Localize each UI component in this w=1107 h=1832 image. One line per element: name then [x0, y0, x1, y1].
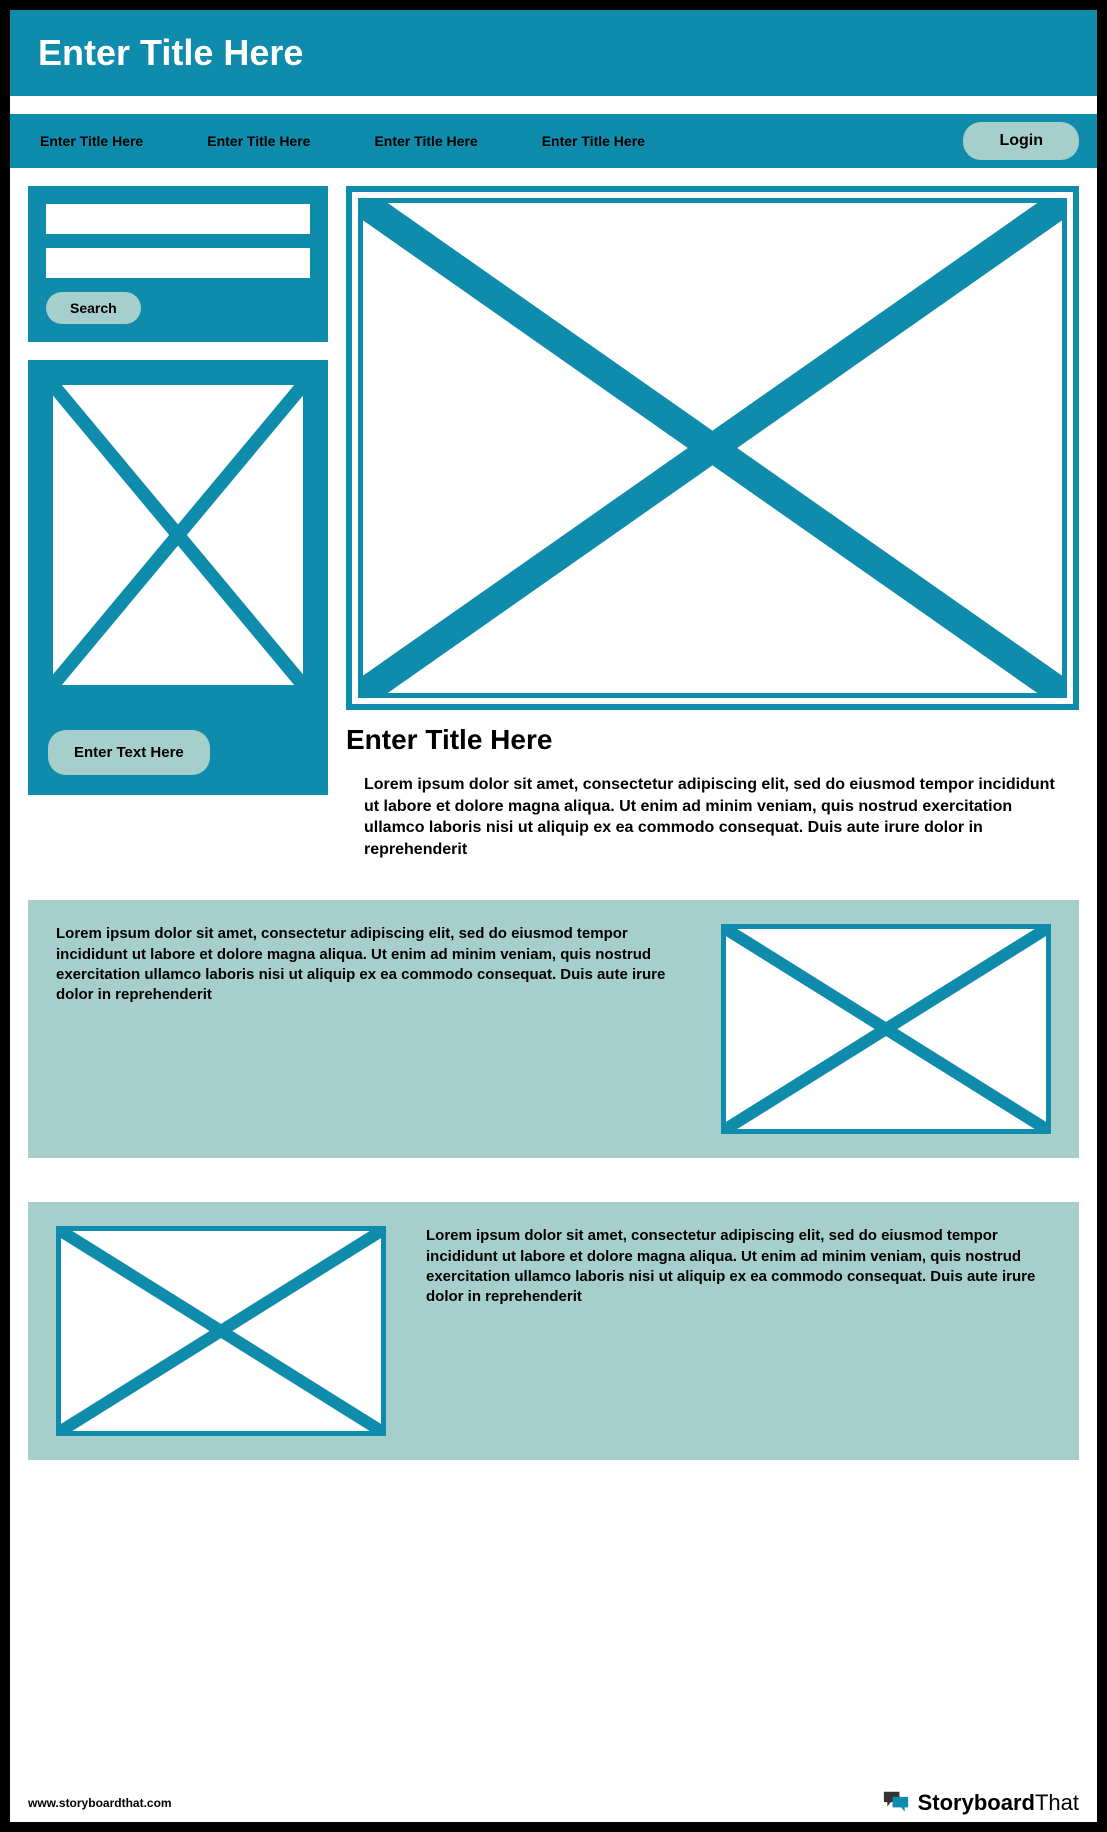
page-header: Enter Title Here: [10, 10, 1097, 96]
spacer: [10, 96, 1097, 114]
content-band-2: Lorem ipsum dolor sit amet, consectetur …: [28, 1202, 1079, 1460]
image-placeholder-icon: [48, 380, 308, 690]
content-band-1: Lorem ipsum dolor sit amet, consectetur …: [28, 900, 1079, 1158]
band-2-text[interactable]: Lorem ipsum dolor sit amet, consectetur …: [426, 1226, 1051, 1307]
hero-image-frame: [346, 186, 1079, 710]
footer-url: www.storyboardthat.com: [28, 1796, 172, 1810]
band-1-text[interactable]: Lorem ipsum dolor sit amet, consectetur …: [56, 924, 681, 1005]
nav-bar: Enter Title Here Enter Title Here Enter …: [10, 114, 1097, 168]
login-button[interactable]: Login: [963, 122, 1079, 160]
hero-body-text[interactable]: Lorem ipsum dolor sit amet, consectetur …: [346, 774, 1079, 860]
image-placeholder-icon: [721, 924, 1051, 1134]
nav-item-3[interactable]: Enter Title Here: [362, 125, 489, 157]
search-input-2[interactable]: [46, 248, 310, 278]
search-input-1[interactable]: [46, 204, 310, 234]
promo-button[interactable]: Enter Text Here: [48, 730, 210, 775]
page-title[interactable]: Enter Title Here: [38, 32, 1069, 74]
image-placeholder-icon: [56, 1226, 386, 1436]
nav-item-2[interactable]: Enter Title Here: [195, 125, 322, 157]
search-button[interactable]: Search: [46, 292, 141, 324]
nav-item-4[interactable]: Enter Title Here: [530, 125, 657, 157]
nav-item-1[interactable]: Enter Title Here: [28, 125, 155, 157]
speech-bubbles-icon: [882, 1790, 910, 1816]
search-panel: Search: [28, 186, 328, 342]
promo-panel: Enter Text Here: [28, 360, 328, 795]
hero-title[interactable]: Enter Title Here: [346, 724, 1079, 756]
footer: www.storyboardthat.com StoryboardThat: [28, 1790, 1079, 1816]
image-placeholder-icon: [358, 198, 1067, 698]
storyboardthat-logo: StoryboardThat: [882, 1790, 1079, 1816]
